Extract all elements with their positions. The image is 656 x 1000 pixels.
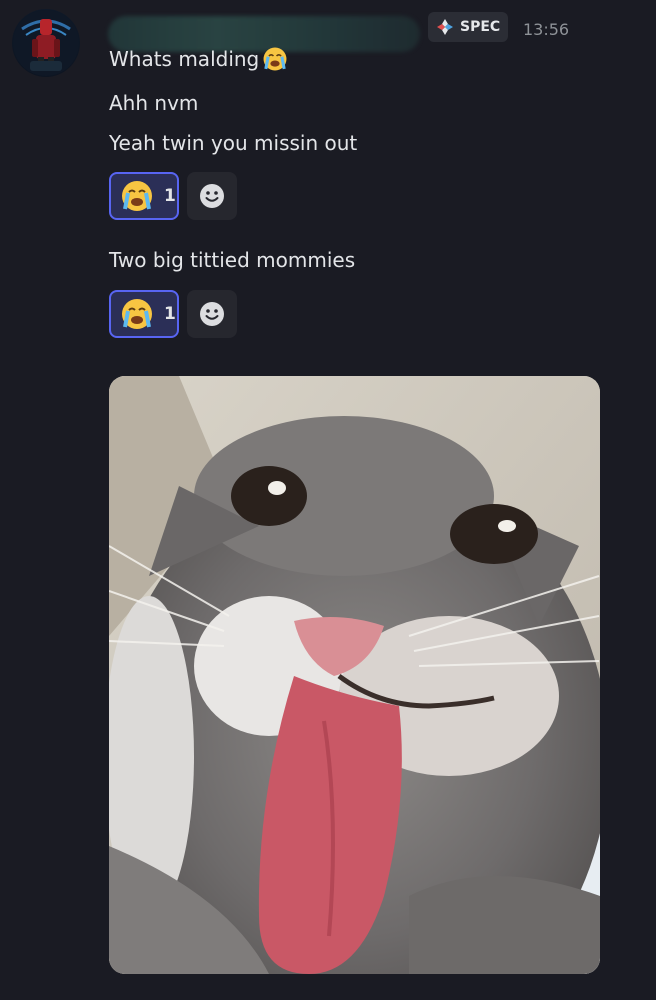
add-reaction-button[interactable] — [187, 172, 237, 220]
loudly-crying-emoji-icon — [122, 299, 152, 329]
reaction-loudly-crying[interactable]: 1 — [109, 290, 179, 338]
reaction-loudly-crying[interactable]: 1 — [109, 172, 179, 220]
loudly-crying-emoji-icon — [122, 181, 152, 211]
cat-sticking-out-tongue-image — [109, 376, 600, 974]
reaction-bar: 1 — [109, 290, 237, 340]
message-text-content: Whats malding — [109, 47, 260, 71]
role-tag[interactable]: SPEC — [428, 12, 509, 42]
message-text: Whats malding — [109, 46, 289, 72]
message-text: Ahh nvm — [109, 91, 199, 115]
chat-view: SPEC 13:56 Whats malding Ahh nvm Yeah tw… — [0, 0, 656, 1000]
reaction-bar: 1 — [109, 172, 237, 222]
smiley-add-reaction-icon — [200, 184, 224, 208]
user-avatar[interactable] — [12, 9, 80, 77]
reaction-count: 1 — [164, 186, 176, 206]
reaction-count: 1 — [164, 304, 176, 324]
message-text: Yeah twin you missin out — [109, 131, 358, 155]
avatar-image — [13, 10, 79, 76]
loudly-crying-emoji-icon — [263, 47, 287, 71]
message-header: SPEC 13:56 — [108, 12, 648, 52]
role-tag-label: SPEC — [460, 19, 501, 35]
spec-tag-icon — [437, 19, 453, 35]
smiley-add-reaction-icon — [200, 302, 224, 326]
message-timestamp[interactable]: 13:56 — [523, 20, 569, 39]
message-text: Two big tittied mommies — [109, 248, 356, 272]
add-reaction-button[interactable] — [187, 290, 237, 338]
image-attachment[interactable] — [109, 376, 600, 974]
